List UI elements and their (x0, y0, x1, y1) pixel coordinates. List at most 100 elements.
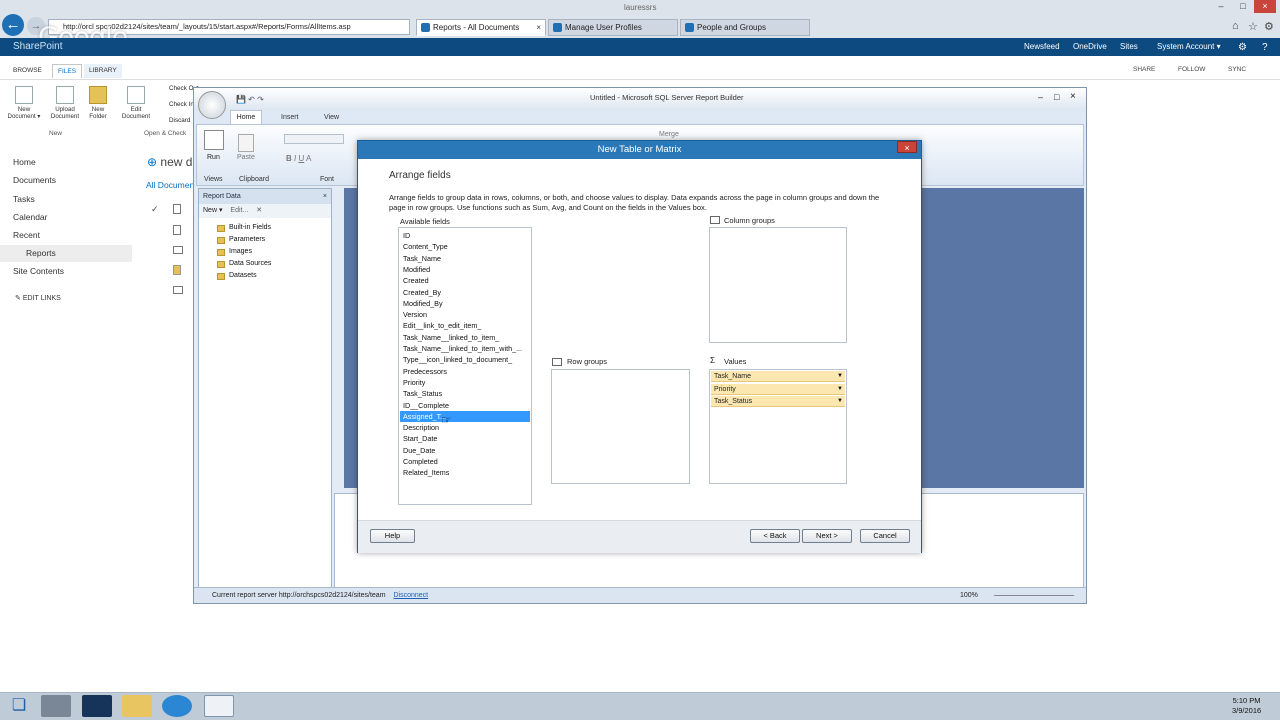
internet-explorer-icon[interactable] (162, 695, 192, 717)
system-clock[interactable]: 5:10 PM 3/9/2016 (1232, 696, 1261, 716)
nav-documents[interactable]: Documents (13, 175, 56, 185)
dropdown-arrow-icon[interactable]: ▼ (835, 371, 845, 382)
settings-gear-icon[interactable]: ⚙ (1238, 42, 1247, 53)
dropdown-arrow-icon[interactable]: ▼ (835, 384, 845, 395)
field-item[interactable]: Created_By (403, 287, 527, 298)
nav-recent[interactable]: Recent (13, 230, 40, 240)
nav-site-contents[interactable]: Site Contents (13, 266, 64, 276)
tree-item-images[interactable]: Images (217, 248, 252, 256)
field-item-selected[interactable]: Assigned_T... (400, 410, 530, 422)
field-item[interactable]: Start_Date (403, 433, 527, 444)
back-button[interactable]: ← (2, 14, 24, 36)
newsfeed-link[interactable]: Newsfeed (1024, 42, 1060, 51)
cancel-button[interactable]: Cancel (860, 529, 910, 543)
field-item[interactable]: Task_Name (403, 253, 527, 264)
tab-files[interactable]: FILES (52, 64, 83, 78)
discard-button[interactable]: Discard (169, 117, 190, 124)
follow-button[interactable]: FOLLOW (1178, 66, 1205, 73)
back-button[interactable]: < Back (750, 529, 800, 543)
help-icon[interactable]: ? (1262, 42, 1268, 53)
nav-home[interactable]: Home (13, 157, 36, 167)
field-item[interactable]: Edit__link_to_edit_item_ (403, 320, 527, 331)
close-icon[interactable]: × (323, 189, 327, 204)
tree-item-parameters[interactable]: Parameters (217, 236, 265, 244)
tab-insert[interactable]: Insert (281, 114, 299, 121)
edit-links[interactable]: ✎ EDIT LINKS (15, 294, 61, 302)
new-menu[interactable]: New ▾ (203, 207, 222, 214)
zoom-slider[interactable] (994, 595, 1074, 596)
tab-library[interactable]: LIBRARY (84, 64, 122, 78)
field-item[interactable]: Predecessors (403, 366, 527, 377)
tab-browse[interactable]: BROWSE (8, 64, 47, 78)
field-item[interactable]: Version (403, 309, 527, 320)
maximize-button[interactable]: □ (1232, 0, 1254, 13)
run-icon[interactable] (204, 130, 224, 150)
font-name-select[interactable] (284, 134, 344, 144)
field-item[interactable]: Created (403, 275, 527, 286)
value-item[interactable]: Priority ▼ (711, 383, 845, 395)
sites-link[interactable]: Sites (1120, 42, 1138, 51)
field-item[interactable]: Content_Type (403, 241, 527, 252)
upload-document-button[interactable]: Upload Document (46, 86, 84, 120)
all-documents-view[interactable]: All Documen (146, 180, 194, 190)
delete-icon[interactable]: ✕ (256, 207, 262, 214)
home-icon[interactable]: ⌂ (1232, 20, 1239, 32)
next-button[interactable]: Next > (802, 529, 852, 543)
field-item[interactable]: ID (403, 230, 527, 241)
field-item[interactable]: Modified (403, 264, 527, 275)
dropdown-arrow-icon[interactable]: ▼ (835, 396, 845, 407)
tree-item-built-in-fields[interactable]: Built-in Fields (217, 224, 271, 232)
row-groups-box[interactable] (551, 369, 690, 484)
new-document-button[interactable]: New Document ▾ (4, 86, 44, 120)
available-fields-list[interactable]: ID Content_Type Task_Name Modified Creat… (398, 227, 532, 505)
account-menu[interactable]: System Account ▾ (1157, 42, 1221, 51)
field-item[interactable]: Type__icon_linked_to_document_ (403, 354, 527, 365)
close-window-button[interactable]: × (1254, 0, 1276, 13)
nav-calendar[interactable]: Calendar (13, 212, 48, 222)
minimize-button[interactable]: – (1210, 0, 1232, 13)
checkmark-icon[interactable]: ✓ (151, 204, 159, 215)
value-item[interactable]: Task_Name ▼ (711, 371, 845, 382)
quick-access-toolbar[interactable]: 💾 ↶ ↷ (236, 95, 264, 104)
field-item[interactable]: Due_Date (403, 445, 527, 456)
field-item[interactable]: Modified_By (403, 298, 527, 309)
tab-people-and-groups[interactable]: People and Groups (680, 19, 810, 36)
server-manager-icon[interactable] (41, 695, 71, 717)
tab-home[interactable]: Home (230, 110, 262, 124)
edit-button[interactable]: Edit... (230, 207, 248, 214)
paste-icon[interactable] (238, 134, 254, 152)
check-in-button[interactable]: Check In (169, 101, 194, 108)
help-button[interactable]: Help (370, 529, 415, 543)
values-box[interactable]: Task_Name ▼ Priority ▼ Task_Status ▼ (709, 369, 847, 484)
field-item[interactable]: Completed (403, 456, 527, 467)
field-item[interactable]: Description (403, 422, 527, 433)
close-icon[interactable]: × (536, 20, 541, 35)
disconnect-link[interactable]: Disconnect (393, 592, 428, 599)
tab-manage-user-profiles[interactable]: Manage User Profiles (548, 19, 678, 36)
value-item[interactable]: Task_Status ▼ (711, 396, 845, 407)
tree-item-datasets[interactable]: Datasets (217, 272, 257, 280)
onedrive-link[interactable]: OneDrive (1073, 42, 1107, 51)
column-groups-box[interactable] (709, 227, 847, 343)
field-item[interactable]: ID__Complete (403, 400, 527, 411)
field-item[interactable]: Priority (403, 377, 527, 388)
sharepoint-logo[interactable]: SharePoint (13, 41, 62, 52)
rb-minimize-button[interactable]: – (1038, 92, 1043, 102)
dialog-close-button[interactable]: × (897, 141, 917, 153)
rb-close-button[interactable]: × (1070, 91, 1076, 102)
favorites-icon[interactable]: ☆ (1248, 20, 1258, 33)
file-explorer-icon[interactable] (122, 695, 152, 717)
tab-reports[interactable]: Reports - All Documents × (416, 19, 546, 36)
new-document-link[interactable]: ⊕ new d (147, 155, 192, 169)
font-style-buttons[interactable]: B I U A (286, 154, 311, 163)
field-item[interactable]: Task_Name__linked_to_item_with_... (403, 343, 527, 354)
nav-reports[interactable]: Reports (26, 248, 56, 258)
rb-maximize-button[interactable]: □ (1054, 92, 1059, 102)
edit-document-button[interactable]: Edit Document (118, 86, 154, 120)
field-item[interactable]: Task_Status (403, 388, 527, 399)
merge-button[interactable]: Merge (659, 131, 679, 138)
nav-tasks[interactable]: Tasks (13, 194, 35, 204)
report-builder-orb-icon[interactable] (198, 91, 226, 119)
gear-icon[interactable]: ⚙ (1264, 20, 1274, 33)
field-item[interactable]: Related_Items (403, 467, 527, 478)
